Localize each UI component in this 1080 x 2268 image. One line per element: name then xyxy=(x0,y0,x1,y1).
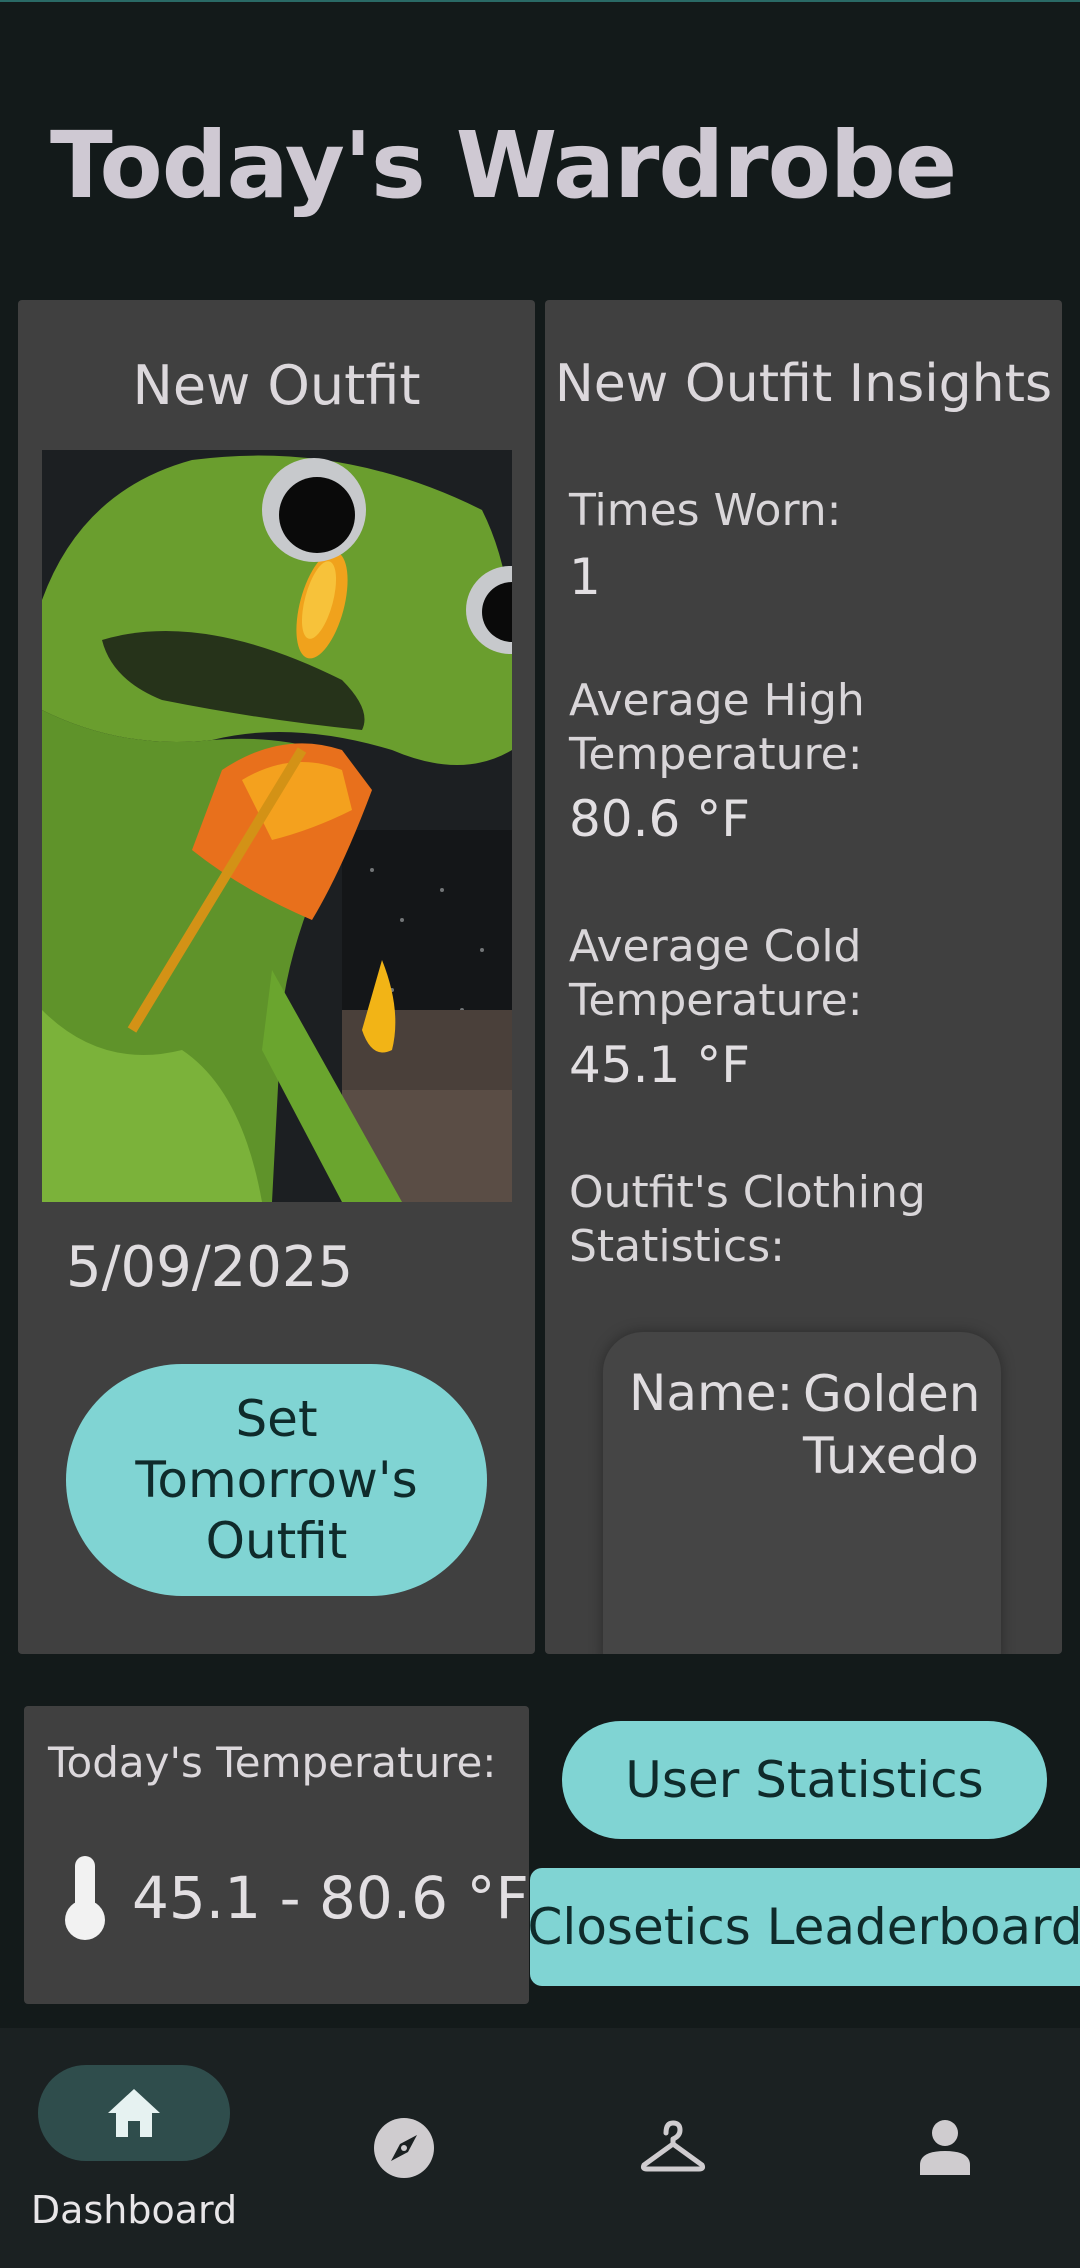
dashboard-screen: Today's Wardrobe New Outfit 5/09/2025 Se… xyxy=(0,0,1080,2268)
todays-temperature-card: Today's Temperature: 45.1 - 80.6 °F xyxy=(24,1706,529,2004)
new-outfit-heading: New Outfit xyxy=(132,354,421,417)
status-bar-line xyxy=(0,0,1080,2)
nav-label-dashboard: Dashboard xyxy=(30,2188,238,2232)
compass-icon xyxy=(374,2118,434,2178)
closetics-leaderboard-button[interactable]: Closetics Leaderboard xyxy=(528,1868,1080,1986)
clothing-name-label: Name: xyxy=(629,1364,794,1422)
clothing-name-value: Golden Tuxedo xyxy=(803,1365,981,1485)
nav-item-closet[interactable] xyxy=(540,2028,810,2268)
outfit-date: 5/09/2025 xyxy=(66,1235,354,1300)
avg-high-label: Average High Temperature: xyxy=(569,675,865,781)
person-icon xyxy=(920,2120,970,2175)
avg-high-value: 80.6 °F xyxy=(569,790,750,848)
set-tomorrows-outfit-button[interactable]: Set Tomorrow's Outfit xyxy=(66,1364,487,1596)
insights-heading: New Outfit Insights xyxy=(554,354,1053,414)
clothing-stats-label: Outfit's Clothing Statistics: xyxy=(569,1167,926,1273)
thermometer-icon xyxy=(65,1856,105,1940)
frog-costume-image xyxy=(42,450,512,1202)
temperature-label: Today's Temperature: xyxy=(48,1738,497,1787)
avg-cold-value: 45.1 °F xyxy=(569,1036,750,1094)
nav-item-profile[interactable] xyxy=(810,2028,1080,2268)
bottom-navigation-bar: Dashboard xyxy=(0,2028,1080,2268)
times-worn-value: 1 xyxy=(569,548,601,606)
new-outfit-insights-card: New Outfit Insights Times Worn: 1 Averag… xyxy=(545,300,1062,1654)
temperature-value: 45.1 - 80.6 °F xyxy=(132,1864,529,1932)
outfit-photo[interactable] xyxy=(42,450,512,1202)
user-statistics-button[interactable]: User Statistics xyxy=(562,1721,1047,1839)
hanger-icon xyxy=(640,2120,706,2172)
new-outfit-card: New Outfit 5/09/2025 Set Tomorrow's Outf… xyxy=(18,300,535,1654)
page-title: Today's Wardrobe xyxy=(50,112,957,219)
times-worn-label: Times Worn: xyxy=(569,485,842,536)
nav-item-explore[interactable] xyxy=(268,2028,540,2268)
home-icon xyxy=(108,2089,160,2137)
clothing-item-card[interactable]: Name: Golden Tuxedo xyxy=(603,1332,1001,1654)
nav-item-dashboard[interactable]: Dashboard xyxy=(0,2028,268,2268)
avg-cold-label: Average Cold Temperature: xyxy=(569,921,863,1027)
